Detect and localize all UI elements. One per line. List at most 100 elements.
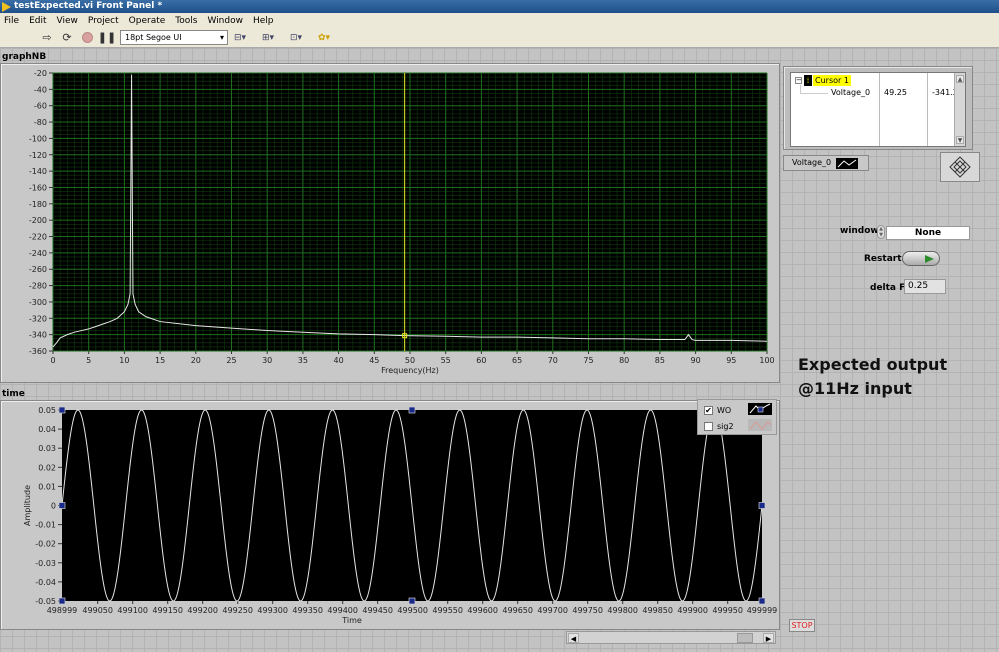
y-tick-label: 0.05 bbox=[38, 406, 56, 415]
y-tick-label: -260 bbox=[29, 265, 47, 274]
distribute-objects-icon[interactable]: ⊞▾ bbox=[262, 33, 284, 43]
x-tick-label: 70 bbox=[548, 356, 558, 365]
plot-legend-name: Voltage_0 bbox=[792, 158, 832, 167]
x-tick-label: 499500 bbox=[397, 606, 428, 615]
annotation-line2: @11Hz input bbox=[798, 379, 912, 398]
menu-operate[interactable]: Operate bbox=[129, 16, 166, 26]
legend-row-sig2[interactable]: sig2 bbox=[704, 419, 734, 433]
y-tick-label: -60 bbox=[34, 102, 47, 111]
menu-file[interactable]: File bbox=[4, 16, 19, 26]
cursor-legend-scrollbar[interactable]: ▲ ▼ bbox=[954, 73, 965, 146]
menu-edit[interactable]: Edit bbox=[29, 16, 46, 26]
stop-button[interactable]: STOP bbox=[789, 619, 815, 632]
graphnb-label: graphNB bbox=[2, 52, 47, 62]
restart-led-icon bbox=[925, 255, 934, 263]
x-tick-label: 85 bbox=[655, 356, 665, 365]
y-tick-label: -300 bbox=[29, 298, 47, 307]
wo-line-style-icon[interactable] bbox=[748, 403, 772, 415]
x-tick-label: 499900 bbox=[677, 606, 708, 615]
scroll-down-arrow-icon[interactable]: ▼ bbox=[956, 136, 964, 144]
x-tick-label: 75 bbox=[583, 356, 593, 365]
y-tick-label: -120 bbox=[29, 151, 47, 160]
deltaf-indicator: 0.25 bbox=[904, 279, 946, 294]
scroll-up-arrow-icon[interactable]: ▲ bbox=[956, 75, 964, 83]
plot-legend[interactable]: Voltage_0 bbox=[783, 155, 869, 171]
x-tick-label: 15 bbox=[155, 356, 165, 365]
scale-handle bbox=[58, 406, 66, 414]
x-tick-label: 499200 bbox=[187, 606, 218, 615]
legend-sig2-label: sig2 bbox=[717, 421, 734, 431]
abort-icon[interactable] bbox=[80, 31, 94, 45]
time-graph-label: time bbox=[2, 389, 25, 399]
x-tick-label: 65 bbox=[512, 356, 522, 365]
cursor-plot-name: Voltage_0 bbox=[831, 88, 871, 97]
annotation-line1: Expected output bbox=[798, 355, 948, 374]
window-ring-control[interactable]: None bbox=[886, 226, 970, 240]
x-tick-label: 95 bbox=[726, 356, 736, 365]
scale-handle bbox=[408, 406, 416, 414]
collapse-toggle-icon[interactable]: − bbox=[795, 77, 802, 84]
resize-objects-icon[interactable]: ⊡▾ bbox=[290, 33, 312, 43]
y-tick-label: -220 bbox=[29, 233, 47, 242]
y-tick-label: -320 bbox=[29, 314, 47, 323]
scroll-thumb[interactable] bbox=[737, 633, 753, 643]
x-tick-label: 20 bbox=[191, 356, 201, 365]
deltaf-label: delta F bbox=[870, 283, 906, 293]
y-tick-label: -0.02 bbox=[35, 540, 56, 549]
scroll-right-arrow-icon[interactable]: ▶ bbox=[763, 633, 774, 643]
time-graph-scrollbar[interactable]: ◀ ▶ bbox=[566, 631, 776, 644]
plot-line-style-icon[interactable] bbox=[836, 158, 858, 169]
menu-window[interactable]: Window bbox=[207, 16, 243, 26]
sig2-visible-checkbox[interactable] bbox=[704, 421, 713, 431]
font-selector[interactable]: 18pt Segoe UI bbox=[120, 30, 228, 45]
x-tick-label: 5 bbox=[86, 356, 91, 365]
graph-pan-button[interactable] bbox=[940, 152, 980, 182]
menu-tools[interactable]: Tools bbox=[175, 16, 197, 26]
sig2-line-style-icon[interactable] bbox=[748, 419, 772, 431]
y-tick-label: -40 bbox=[34, 85, 47, 94]
scale-handle bbox=[758, 502, 766, 509]
menu-bar: File Edit View Project Operate Tools Win… bbox=[0, 13, 999, 28]
y-tick-label: -180 bbox=[29, 200, 47, 209]
y-tick-label: 0.04 bbox=[38, 425, 56, 434]
restart-button[interactable] bbox=[902, 251, 940, 266]
window-title: testExpected.vi Front Panel * bbox=[14, 1, 163, 11]
x-tick-label: 499250 bbox=[222, 606, 253, 615]
y-tick-label: 0.01 bbox=[38, 482, 56, 491]
x-tick-label: 60 bbox=[476, 356, 486, 365]
legend-row-wo[interactable]: ✔ WO bbox=[704, 403, 731, 417]
reorder-icon[interactable]: ✿▾ bbox=[318, 33, 340, 43]
time-graph-chart[interactable]: 498999 499050 499100 499150 499200 499250 4993… bbox=[0, 400, 780, 630]
y-tick-label: -240 bbox=[29, 249, 47, 258]
menu-project[interactable]: Project bbox=[88, 16, 119, 26]
x-tick-label: 10 bbox=[119, 356, 129, 365]
y-tick-label: -100 bbox=[29, 134, 47, 143]
cursor-style-icon[interactable]: ⁞ bbox=[804, 75, 812, 86]
restart-label: Restart bbox=[864, 254, 902, 264]
run-continuously-icon[interactable]: ⟳ bbox=[60, 31, 74, 45]
window-label: window bbox=[840, 226, 879, 236]
cursor-legend: − ⁞ Cursor 1 Voltage_0 49.25 -341.27 ▲ ▼ bbox=[783, 66, 973, 150]
menu-view[interactable]: View bbox=[57, 16, 78, 26]
align-objects-icon[interactable]: ⊟▾ bbox=[234, 33, 256, 43]
y-tick-label: -200 bbox=[29, 216, 47, 225]
cursor-name[interactable]: Cursor 1 bbox=[813, 75, 851, 86]
x-tick-label: 35 bbox=[298, 356, 308, 365]
graphnb-chart[interactable]: 0 5 10 15 20 25 30 35 40 45 50 55 60 65 70 75 80 85 90 95 10… bbox=[0, 63, 780, 383]
y-tick-label: 0.03 bbox=[38, 444, 56, 453]
y-tick-label: -0.01 bbox=[35, 521, 56, 530]
menu-help[interactable]: Help bbox=[253, 16, 274, 26]
x-tick-label: 90 bbox=[691, 356, 701, 365]
x-tick-label: 499999 bbox=[747, 606, 778, 615]
x-tick-label: 45 bbox=[369, 356, 379, 365]
x-tick-label: 498999 bbox=[47, 606, 78, 615]
pause-icon[interactable]: ❚❚ bbox=[98, 31, 116, 45]
x-tick-label: 499350 bbox=[292, 606, 323, 615]
wo-visible-checkbox[interactable]: ✔ bbox=[704, 405, 713, 415]
run-arrow-icon[interactable]: ⇨ bbox=[40, 31, 54, 45]
scroll-left-arrow-icon[interactable]: ◀ bbox=[568, 633, 579, 643]
x-tick-label: 25 bbox=[226, 356, 236, 365]
y-tick-label: -360 bbox=[29, 347, 47, 356]
legend-wo-label: WO bbox=[717, 405, 732, 415]
window-increment-icon[interactable]: ▲ ▼ bbox=[877, 225, 885, 239]
